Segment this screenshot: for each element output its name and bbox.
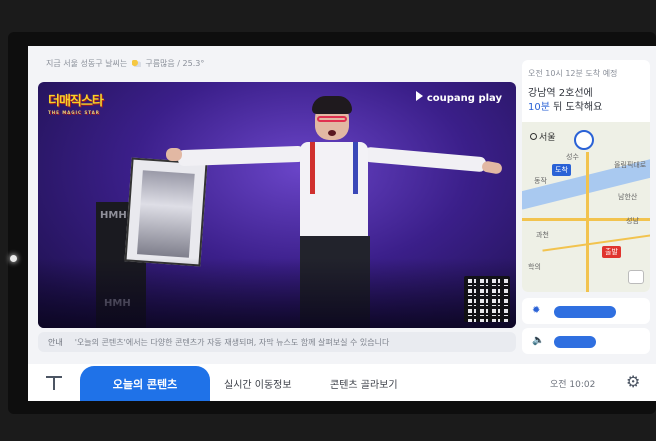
weather-prefix: 지금 서울 성동구 날씨는 — [46, 59, 128, 68]
performer-hand-right — [481, 160, 503, 175]
brightness-slider[interactable] — [554, 306, 616, 318]
notice-bar: 안내 '오늘의 콘텐츠'에서는 다양한 콘텐츠가 자동 재생되며, 자막 뉴스도… — [38, 332, 516, 352]
gear-icon[interactable]: ⚙ — [626, 372, 640, 391]
video-player[interactable]: HMH HMH 더매직스타 THE MAGIC STAR coupang pla… — [38, 82, 516, 328]
map-label: 동작 — [534, 177, 547, 185]
performer-arm-right — [363, 146, 487, 173]
performer-hand-left — [166, 148, 182, 161]
performer-mouth — [328, 130, 336, 136]
clock: 오전 10:02 — [550, 380, 596, 390]
map-expand-icon[interactable] — [628, 270, 644, 284]
arrival-station: 강남역 2호선에 — [528, 88, 593, 99]
brightness-control[interactable]: ✹ — [522, 298, 650, 324]
suspender-right — [353, 142, 358, 194]
map-city-label: 서울 — [539, 133, 556, 143]
bus-location-icon — [574, 130, 594, 150]
arrival-minutes: 10분 — [528, 102, 550, 113]
weather-line: 지금 서울 성동구 날씨는 구름많음 / 25.3° — [46, 58, 204, 69]
arrival-time: 10분 뒤 도착해요 — [528, 98, 602, 113]
location-pin-icon — [530, 133, 537, 140]
tab-today-content[interactable]: 오늘의 콘텐츠 — [80, 366, 210, 401]
home-logo-icon[interactable] — [46, 376, 62, 390]
partly-cloudy-icon — [131, 60, 141, 67]
destination-marker: 도착 — [552, 164, 571, 176]
show-logo-subtitle: THE MAGIC STAR — [48, 110, 100, 115]
provider-name: coupang play — [426, 93, 502, 104]
map-road — [586, 152, 589, 292]
bottom-navigation: 오늘의 콘텐츠 실시간 이동정보 콘텐츠 골라보기 오전 10:02 ⚙ — [28, 364, 656, 401]
show-logo: 더매직스타 THE MAGIC STAR — [48, 90, 104, 115]
prop-board — [124, 157, 208, 267]
speaker-icon: 🔈 — [532, 335, 545, 346]
map-label: 과천 — [536, 231, 549, 239]
weather-suffix: 구름많음 / 25.3° — [145, 59, 205, 68]
map-label: 남한산 — [618, 193, 638, 201]
notice-tag: 안내 — [48, 337, 63, 347]
map-city: 서울 — [530, 130, 556, 143]
power-led — [10, 255, 17, 262]
notice-text: '오늘의 콘텐츠'에서는 다양한 콘텐츠가 자동 재생되며, 자막 뉴스도 함께… — [74, 337, 390, 347]
tab-live-transit[interactable]: 실시간 이동정보 — [224, 376, 292, 391]
provider-logo: coupang play — [415, 91, 502, 104]
box-label-top: HMH — [100, 210, 127, 221]
volume-slider[interactable] — [554, 336, 596, 348]
map-label: 성수 — [566, 153, 579, 161]
suspender-left — [310, 142, 315, 194]
volume-control[interactable]: 🔈 — [522, 328, 650, 354]
origin-marker: 출발 — [602, 246, 621, 258]
route-map[interactable]: 서울 도착 출발 성수 동작 과천 남한산 성남 올림픽대로 학의 — [522, 122, 650, 292]
stage-shadow — [38, 258, 516, 328]
map-label: 올림픽대로 — [614, 161, 647, 169]
sun-icon: ✹ — [532, 305, 541, 316]
performer-arm-left — [177, 145, 305, 167]
performer-hair — [312, 96, 352, 114]
arrival-suffix: 뒤 도착해요 — [549, 102, 603, 113]
transit-card[interactable]: 오전 10시 12분 도착 예정 강남역 2호선에 10분 뒤 도착해요 서울 … — [522, 60, 650, 292]
performer-glasses — [317, 116, 347, 122]
qr-code-icon — [464, 276, 510, 322]
play-icon — [415, 91, 423, 101]
arrival-status: 오전 10시 12분 도착 예정 — [528, 69, 618, 78]
map-label: 학의 — [528, 263, 541, 271]
tab-content-browse[interactable]: 콘텐츠 골라보기 — [330, 376, 398, 391]
screen: 지금 서울 성동구 날씨는 구름많음 / 25.3° HMH HMH 더매직스타… — [28, 46, 656, 401]
map-road — [542, 234, 650, 252]
map-label: 성남 — [626, 217, 639, 225]
show-logo-text: 더매직스타 — [48, 94, 104, 109]
